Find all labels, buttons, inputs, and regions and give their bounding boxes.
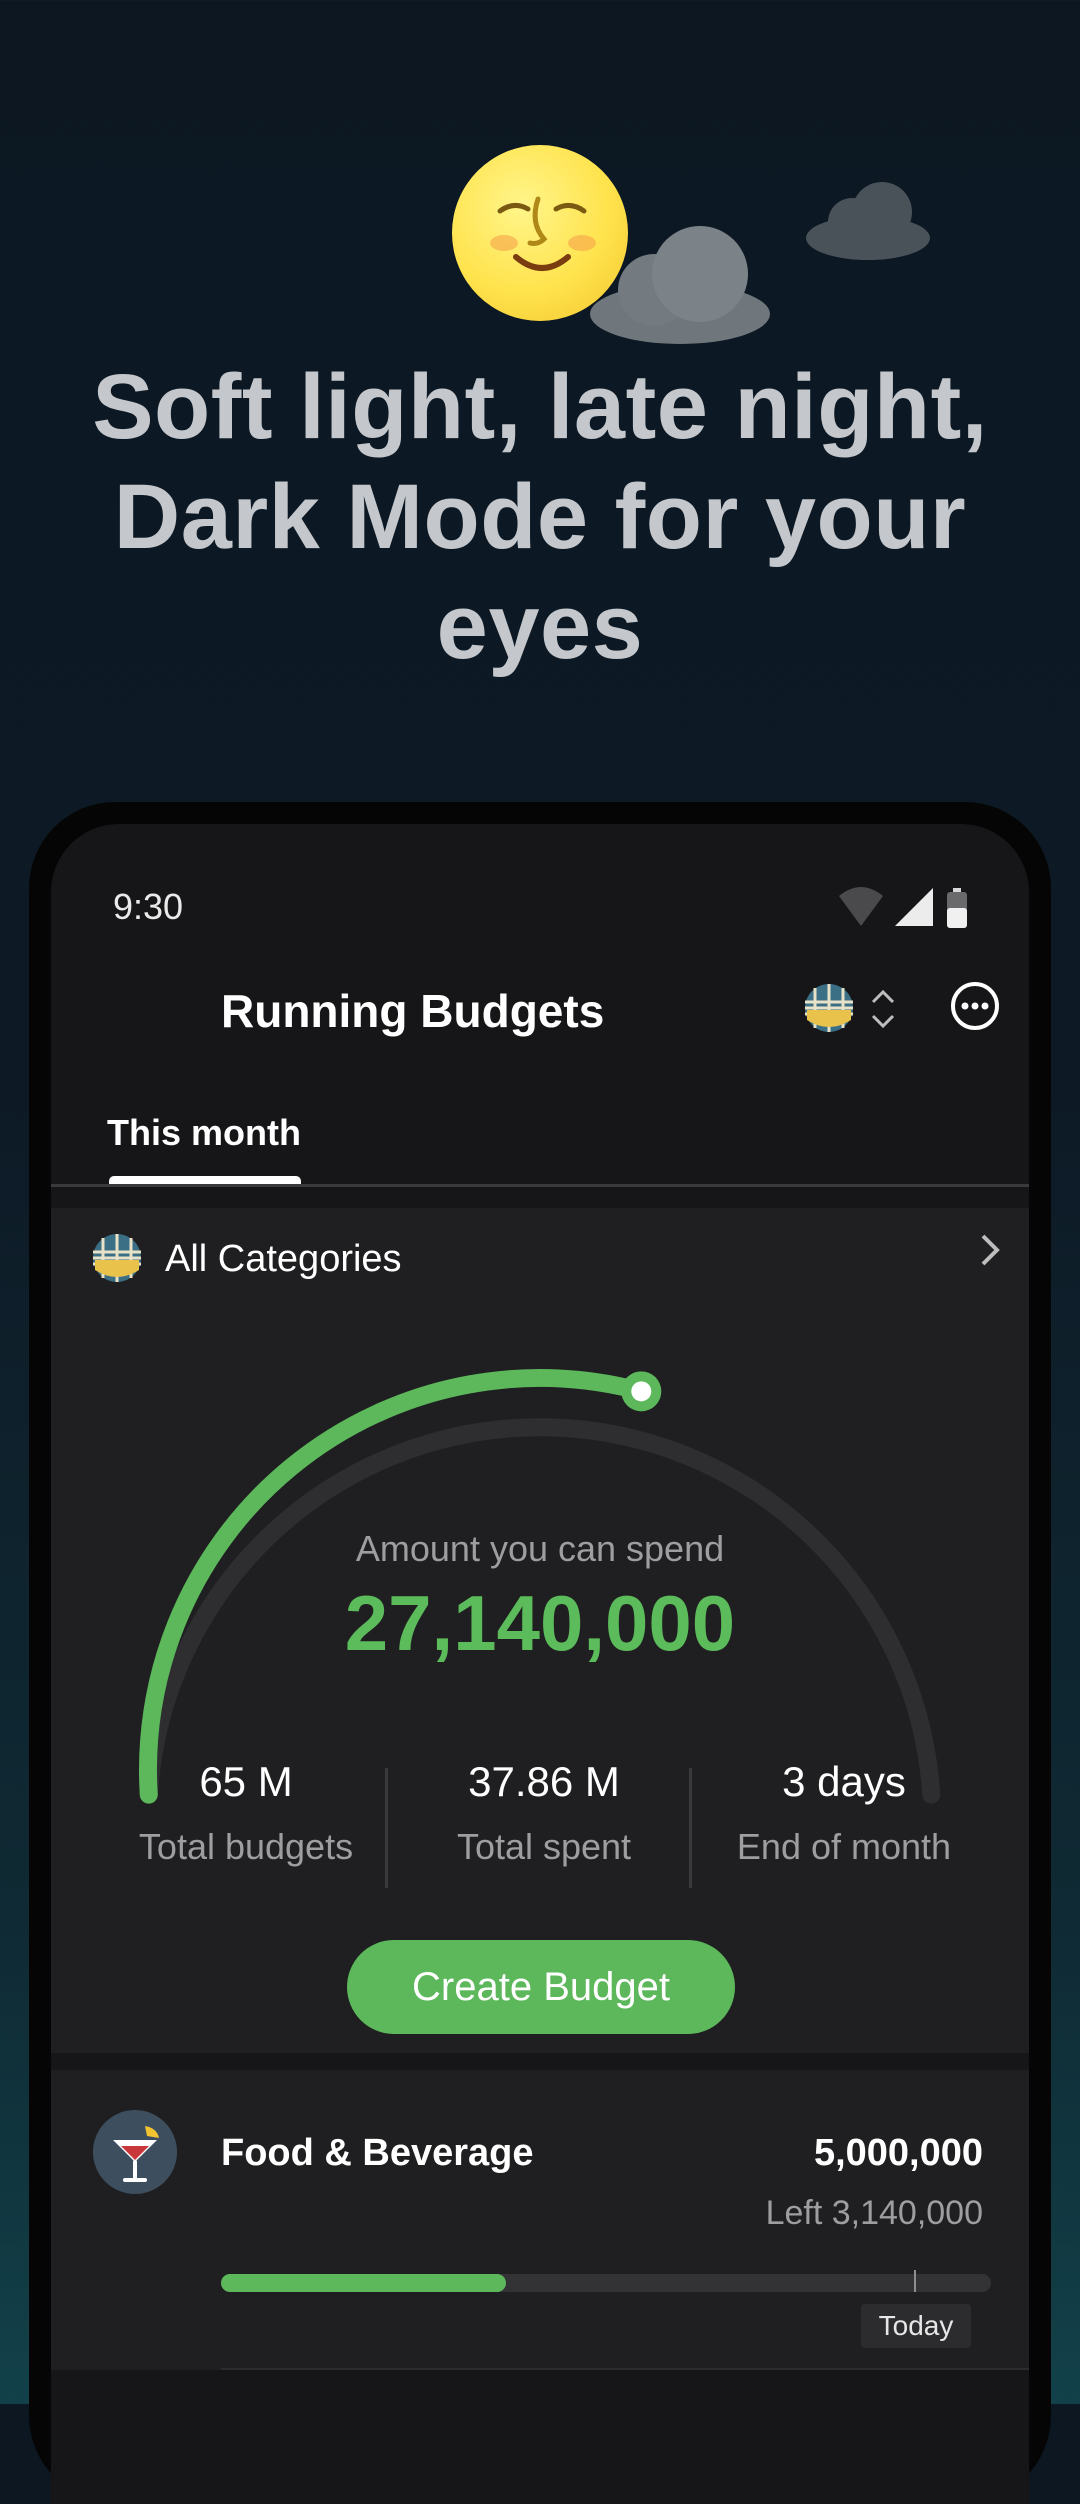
stat-divider <box>385 1768 388 1888</box>
create-budget-button[interactable]: Create Budget <box>347 1940 735 2034</box>
stat-value: 37.86 M <box>468 1758 620 1805</box>
stat-value: 65 M <box>199 1758 293 1805</box>
stat-end-of-month: 3 days End of month <box>694 1758 994 1868</box>
amount-caption: Amount you can spend <box>355 1528 725 1569</box>
row-divider <box>221 2368 1029 2370</box>
stat-divider <box>689 1768 692 1888</box>
stat-label: Total spent <box>456 1826 632 1867</box>
budget-progress-fill <box>221 2274 506 2292</box>
more-options-icon[interactable] <box>949 980 1001 1032</box>
status-time: 9:30 <box>113 886 184 927</box>
amount-value: 27,140,000 <box>344 1579 736 1667</box>
phone-frame: 9:30 Running Budgets This month All Cate… <box>29 802 1051 2504</box>
stat-label: End of month <box>736 1826 952 1867</box>
chevron-up-down-icon[interactable] <box>869 984 897 1034</box>
status-icons <box>839 887 967 928</box>
budget-summary-card: All Categories Amount you can spend 27,1… <box>51 1208 1029 2053</box>
stat-total-budgets: 65 M Total budgets <box>96 1758 396 1868</box>
page-title: Running Budgets <box>221 985 605 1037</box>
budget-name: Food & Beverage <box>221 2132 534 2174</box>
cloud-icon <box>806 182 930 260</box>
stat-total-spent: 37.86 M Total spent <box>394 1758 694 1868</box>
tab-this-month[interactable]: This month <box>107 1112 301 1154</box>
hero-banner: Soft light, late night, Dark Mode for yo… <box>0 0 1080 760</box>
wifi-icon <box>839 887 883 926</box>
budget-item-food-beverage[interactable]: Food & Beverage 5,000,000 Left 3,140,000… <box>51 2070 1029 2370</box>
app-screen: 9:30 Running Budgets This month All Cate… <box>51 824 1029 2504</box>
headline: Soft light, late night, Dark Mode for yo… <box>92 356 988 678</box>
stat-value: 3 days <box>782 1758 906 1805</box>
budget-amount: 5,000,000 <box>813 2132 983 2174</box>
gauge-knob-center <box>631 1381 652 1402</box>
moon-face-icon <box>452 145 628 321</box>
today-marker <box>914 2270 916 2292</box>
stat-label: Total budgets <box>138 1826 354 1867</box>
tab-divider <box>51 1184 1029 1187</box>
globe-wallet-icon[interactable] <box>803 982 855 1034</box>
signal-icon <box>895 888 933 926</box>
today-label: Today <box>861 2304 971 2348</box>
cocktail-icon <box>93 2110 177 2194</box>
battery-icon <box>947 888 967 928</box>
budget-left: Left 3,140,000 <box>765 2194 983 2232</box>
